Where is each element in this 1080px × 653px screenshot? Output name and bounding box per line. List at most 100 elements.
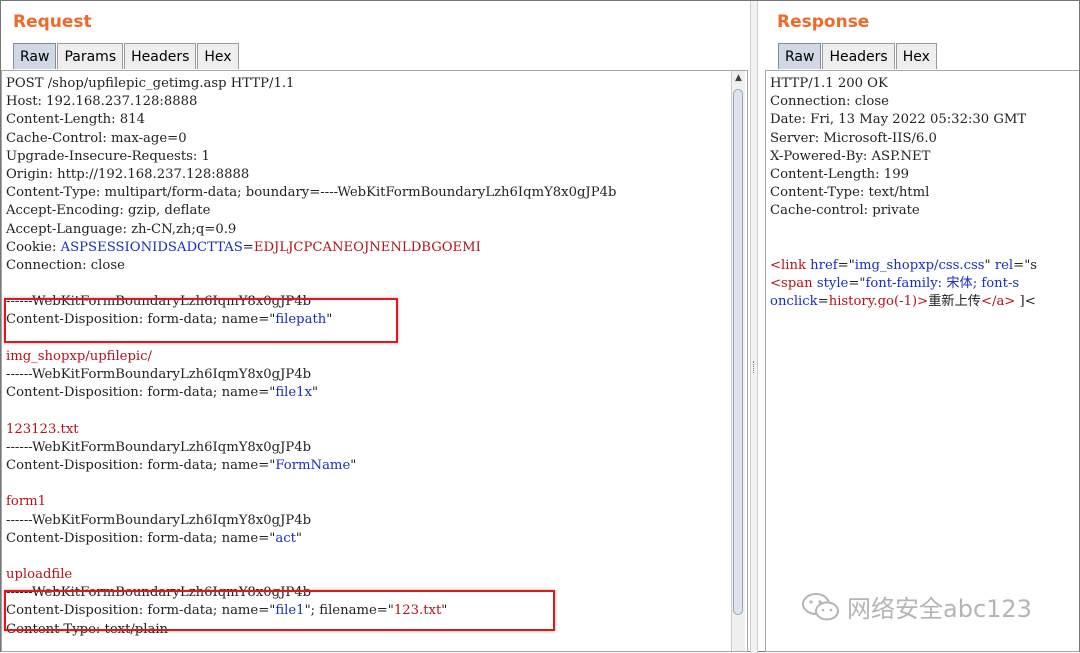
request-token: Accept-Encoding: gzip, deflate (6, 203, 211, 219)
request-token: file1x (275, 385, 313, 401)
response-line: onclick=history.go(-1)>重新上传</a> ]< (766, 293, 1079, 311)
pane-divider[interactable] (750, 1, 758, 653)
response-line: Date: Fri, 13 May 2022 05:32:30 GMT (766, 111, 1079, 129)
request-token: ------WebKitFormBoundaryLzh6IqmY8x0gJP4b (6, 439, 312, 455)
request-token: " (312, 385, 319, 401)
response-token: href (810, 257, 838, 273)
response-token: history.go(-1) (828, 294, 918, 310)
request-token: FormName (275, 457, 351, 473)
response-token: </a> (980, 294, 1016, 310)
request-token: uploadfile (6, 567, 73, 583)
request-line: Cache-Control: max-age=0 (2, 130, 747, 148)
request-line: Content-Type: multipart/form-data; bound… (2, 184, 747, 202)
response-editor[interactable]: HTTP/1.1 200 OK Connection: close Date: Fr… (765, 70, 1079, 652)
request-token: Cookie: (6, 239, 61, 255)
request-tab-params[interactable]: Params (57, 43, 124, 69)
request-token: Accept-Language: zh-CN,zh;q=0.9 (6, 221, 237, 237)
response-token: ]< (1015, 294, 1036, 310)
response-title: Response (777, 12, 870, 32)
request-tabs: Raw Params Headers Hex (13, 43, 240, 69)
response-tab-hex[interactable]: Hex (895, 43, 937, 69)
response-token: Cache-control: private (770, 203, 920, 219)
request-tab-headers[interactable]: Headers (124, 43, 197, 69)
response-line: Server: Microsoft-IIS/6.0 (766, 130, 1079, 148)
request-token: ASPSESSIONIDSADCTTAS (60, 239, 243, 255)
request-tab-hex[interactable]: Hex (197, 43, 239, 69)
request-line: ------WebKitFormBoundaryLzh6IqmY8x0gJP4b (2, 512, 747, 530)
request-line (2, 475, 747, 493)
request-scrollbar[interactable]: ▲ (731, 71, 745, 651)
response-token: > (917, 294, 929, 310)
request-line: form1 (2, 493, 747, 511)
highlight-filepath-box (4, 298, 398, 343)
request-token: Content-Length: 814 (6, 112, 145, 128)
response-line: <link href="img_shopxp/css.css" rel="s (766, 257, 1079, 275)
response-token: onclick (770, 294, 818, 310)
request-line (2, 548, 747, 566)
request-line: ------WebKitFormBoundaryLzh6IqmY8x0gJP4b (2, 366, 747, 384)
watermark-text: 网络安全abc123 (847, 595, 1032, 623)
request-line: Accept-Language: zh-CN,zh;q=0.9 (2, 221, 747, 239)
request-token: Host: 192.168.237.128:8888 (6, 94, 198, 110)
response-line: <span style="font-family: 宋体; font-s (766, 275, 1079, 293)
request-line: Cookie: ASPSESSIONIDSADCTTAS=EDJLJCPCANE… (2, 239, 747, 257)
watermark: 网络安全abc123 (801, 589, 1032, 624)
request-tab-raw[interactable]: Raw (13, 43, 57, 69)
response-line: Content-Length: 199 (766, 166, 1079, 184)
response-token: <link (770, 257, 811, 273)
request-token: Content-Disposition: form-data; name=" (6, 385, 276, 401)
request-line: 123123.txt (2, 421, 747, 439)
request-token: Content-Type: multipart/form-data; bound… (6, 185, 617, 201)
request-line: Content-Length: 814 (2, 111, 747, 129)
response-token: =" (837, 257, 855, 273)
request-token: Content-Disposition: form-data; name=" (6, 457, 276, 473)
response-tabs: Raw Headers Hex (778, 43, 938, 69)
request-token: " (295, 530, 302, 546)
response-token: style (816, 276, 849, 292)
request-line: Accept-Encoding: gzip, deflate (2, 202, 747, 220)
scroll-thumb[interactable] (733, 89, 743, 615)
request-token: img_shopxp/upfilepic/ (6, 348, 152, 364)
response-line: Connection: close (766, 93, 1079, 111)
highlight-filename-box (4, 590, 555, 631)
request-editor[interactable]: POST /shop/upfilepic_getimg.asp HTTP/1.1… (1, 70, 748, 652)
request-token: form1 (6, 494, 47, 510)
wechat-icon (802, 592, 839, 620)
response-token: 重新上传 (928, 294, 981, 310)
response-token: =" (848, 276, 866, 292)
request-token: Cache-Control: max-age=0 (6, 130, 187, 146)
burp-request-response-viewer: Request Raw Params Headers Hex POST /sho… (0, 0, 1080, 653)
response-token: Content-Type: text/html (770, 185, 930, 201)
request-token: Connection: close (6, 257, 125, 273)
scroll-up-arrow-icon[interactable]: ▲ (732, 71, 745, 85)
request-line: Upgrade-Insecure-Requests: 1 (2, 148, 747, 166)
response-token: Content-Length: 199 (770, 166, 909, 182)
request-line: Content-Disposition: form-data; name="ac… (2, 530, 747, 548)
request-token: Origin: http://192.168.237.128:8888 (6, 166, 250, 182)
response-token: HTTP/1.1 200 OK (770, 76, 888, 91)
response-token: " (984, 257, 995, 273)
response-line: X-Powered-By: ASP.NET (766, 148, 1079, 166)
request-line: Host: 192.168.237.128:8888 (2, 93, 747, 111)
response-token: = (817, 294, 829, 310)
request-token: " (350, 457, 357, 473)
response-line (766, 221, 1079, 239)
request-line: POST /shop/upfilepic_getimg.asp HTTP/1.1 (2, 75, 747, 93)
response-body: HTTP/1.1 200 OK Connection: close Date: Fr… (766, 71, 1079, 311)
request-token: POST /shop/upfilepic_getimg.asp HTTP/1.1 (6, 76, 295, 91)
response-tab-raw[interactable]: Raw (778, 43, 822, 69)
request-token: EDJLJCPCANEOJNENLDBGOEMI (253, 239, 481, 255)
request-line: Origin: http://192.168.237.128:8888 (2, 166, 747, 184)
request-line: uploadfile (2, 566, 747, 584)
response-token: font-family: 宋体; font-s (865, 276, 1020, 292)
request-token: ------WebKitFormBoundaryLzh6IqmY8x0gJP4b (6, 367, 312, 382)
request-line: ------WebKitFormBoundaryLzh6IqmY8x0gJP4b (2, 439, 747, 457)
request-token: ------WebKitFormBoundaryLzh6IqmY8x0gJP4b (6, 512, 312, 528)
divider-grip-icon (753, 361, 756, 373)
response-line (766, 239, 1079, 257)
request-body: POST /shop/upfilepic_getimg.asp HTTP/1.1… (2, 71, 747, 639)
response-tab-headers[interactable]: Headers (822, 43, 895, 69)
request-title: Request (13, 12, 92, 32)
request-line: Connection: close (2, 257, 747, 275)
response-token: img_shopxp/css.css (854, 257, 985, 273)
